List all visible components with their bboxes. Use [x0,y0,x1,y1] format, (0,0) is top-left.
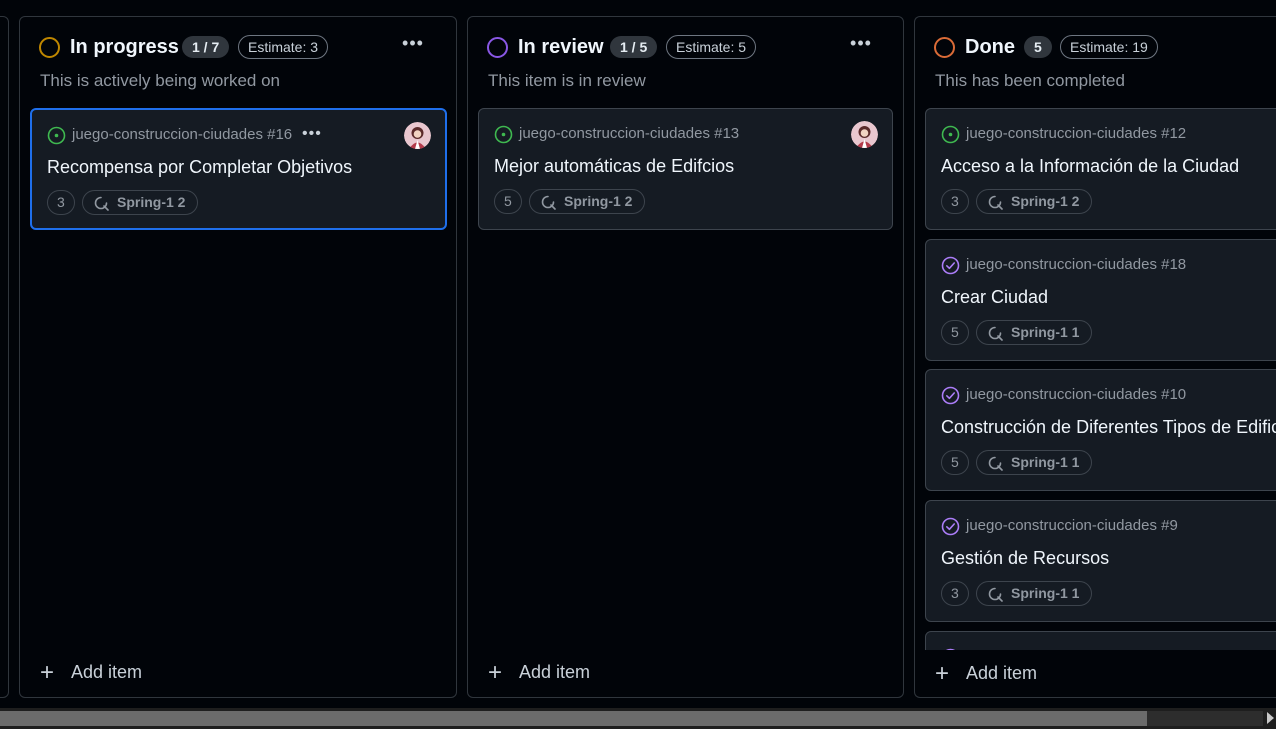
card-more-button[interactable]: ••• [302,125,322,143]
scrollbar-thumb[interactable] [0,711,1147,726]
issue-title[interactable]: Acceso a la Información de la Ciudad [941,156,1239,177]
column-estimate: Estimate: 3 [238,35,329,59]
estimate-tag: 5 [494,189,522,214]
add-item-button[interactable]: + Add item [40,659,143,686]
iteration-label: Spring-1 2 [1011,193,1080,209]
horizontal-scrollbar[interactable] [0,708,1276,729]
issue-open-icon [941,125,960,144]
estimate-tag: 3 [47,190,75,215]
column-item-count: 1 / 7 [182,36,230,58]
iteration-label: Spring-1 2 [564,193,633,209]
issue-closed-icon [941,256,960,275]
iteration-tag: Spring-1 1 [976,581,1093,606]
column-menu-button[interactable]: ••• [846,34,876,56]
assignee-avatar[interactable] [404,122,431,149]
column-done: Done 5 Estimate: 19 This has been comple… [914,16,1276,698]
issue-title[interactable]: Crear Ciudad [941,287,1048,308]
add-item-label: Add item [966,663,1038,683]
column-menu-button[interactable]: ••• [398,34,428,56]
estimate-tag: 5 [941,450,969,475]
column-description: This is actively being worked on [40,71,281,90]
issue-repo-reference[interactable]: juego-construccion-ciudades #16 [72,126,292,143]
status-in-review-icon [487,37,508,58]
add-item-label: Add item [71,662,143,682]
column-header: In review 1 / 5 Estimate: 5 ••• This ite… [468,17,903,107]
status-in-progress-icon [39,37,60,58]
iteration-label: Spring-1 1 [1011,585,1080,601]
iteration-icon [541,195,556,210]
column-header: In progress 1 / 7 Estimate: 3 ••• This i… [20,17,456,107]
iteration-icon [988,195,1003,210]
issue-closed-icon [941,386,960,405]
issue-title[interactable]: Construcción de Diferentes Tipos de Edif… [941,417,1276,438]
iteration-label: Spring-1 1 [1011,454,1080,470]
column-in-review: In review 1 / 5 Estimate: 5 ••• This ite… [467,16,904,698]
issue-repo-reference[interactable]: juego-construccion-ciudades #13 [519,125,739,142]
issue-title[interactable]: Recompensa por Completar Objetivos [47,157,352,178]
iteration-tag: Spring-1 2 [529,189,646,214]
project-board: In progress 1 / 7 Estimate: 3 ••• This i… [0,0,1276,729]
add-item-button[interactable]: + Add item [935,660,1038,687]
column-title: In progress [70,36,179,58]
issue-card-partial[interactable] [925,631,1276,650]
iteration-label: Spring-1 2 [117,194,186,210]
estimate-tag: 3 [941,581,969,606]
iteration-icon [988,587,1003,602]
done-card-list[interactable]: juego-construccion-ciudades #12 Acceso a… [915,17,1276,650]
issue-card[interactable]: juego-construccion-ciudades #18 Crear Ci… [925,239,1276,361]
estimate-tag: 3 [941,189,969,214]
iteration-label: Spring-1 1 [1011,324,1080,340]
issue-card[interactable]: juego-construccion-ciudades #16 ••• Reco… [30,108,447,230]
iteration-tag: Spring-1 2 [82,190,199,215]
estimate-tag: 5 [941,320,969,345]
plus-icon: + [488,659,503,686]
issue-closed-icon [945,648,956,650]
issue-repo-reference[interactable]: juego-construccion-ciudades #10 [966,386,1186,403]
issue-closed-icon [941,517,960,536]
issue-open-icon [494,125,513,144]
plus-icon: + [935,660,950,687]
issue-repo-reference[interactable]: juego-construccion-ciudades #12 [966,125,1186,142]
issue-repo-reference[interactable]: juego-construccion-ciudades #18 [966,256,1186,273]
add-item-button[interactable]: + Add item [488,659,591,686]
issue-repo-reference[interactable]: juego-construccion-ciudades #9 [966,517,1178,534]
add-item-label: Add item [519,662,591,682]
iteration-icon [94,196,109,211]
column-description: This item is in review [488,71,646,90]
issue-card[interactable]: juego-construccion-ciudades #9 Gestión d… [925,500,1276,622]
iteration-icon [988,326,1003,341]
iteration-tag: Spring-1 2 [976,189,1093,214]
issue-card[interactable]: juego-construccion-ciudades #13 Mejor au… [478,108,893,230]
issue-card[interactable]: juego-construccion-ciudades #10 Construc… [925,369,1276,491]
issue-title[interactable]: Gestión de Recursos [941,548,1109,569]
issue-open-icon [47,126,66,145]
issue-title[interactable]: Mejor automáticas de Edifcios [494,156,734,177]
column-item-count: 1 / 5 [610,36,658,58]
issue-card[interactable]: juego-construccion-ciudades #12 Acceso a… [925,108,1276,230]
plus-icon: + [40,659,55,686]
previous-column-edge [0,16,9,698]
column-estimate: Estimate: 5 [666,35,757,59]
column-title: In review [518,36,604,58]
iteration-icon [988,456,1003,471]
assignee-avatar[interactable] [851,121,878,148]
iteration-tag: Spring-1 1 [976,320,1093,345]
iteration-tag: Spring-1 1 [976,450,1093,475]
column-in-progress: In progress 1 / 7 Estimate: 3 ••• This i… [19,16,457,698]
scroll-right-arrow-icon[interactable] [1267,712,1274,724]
